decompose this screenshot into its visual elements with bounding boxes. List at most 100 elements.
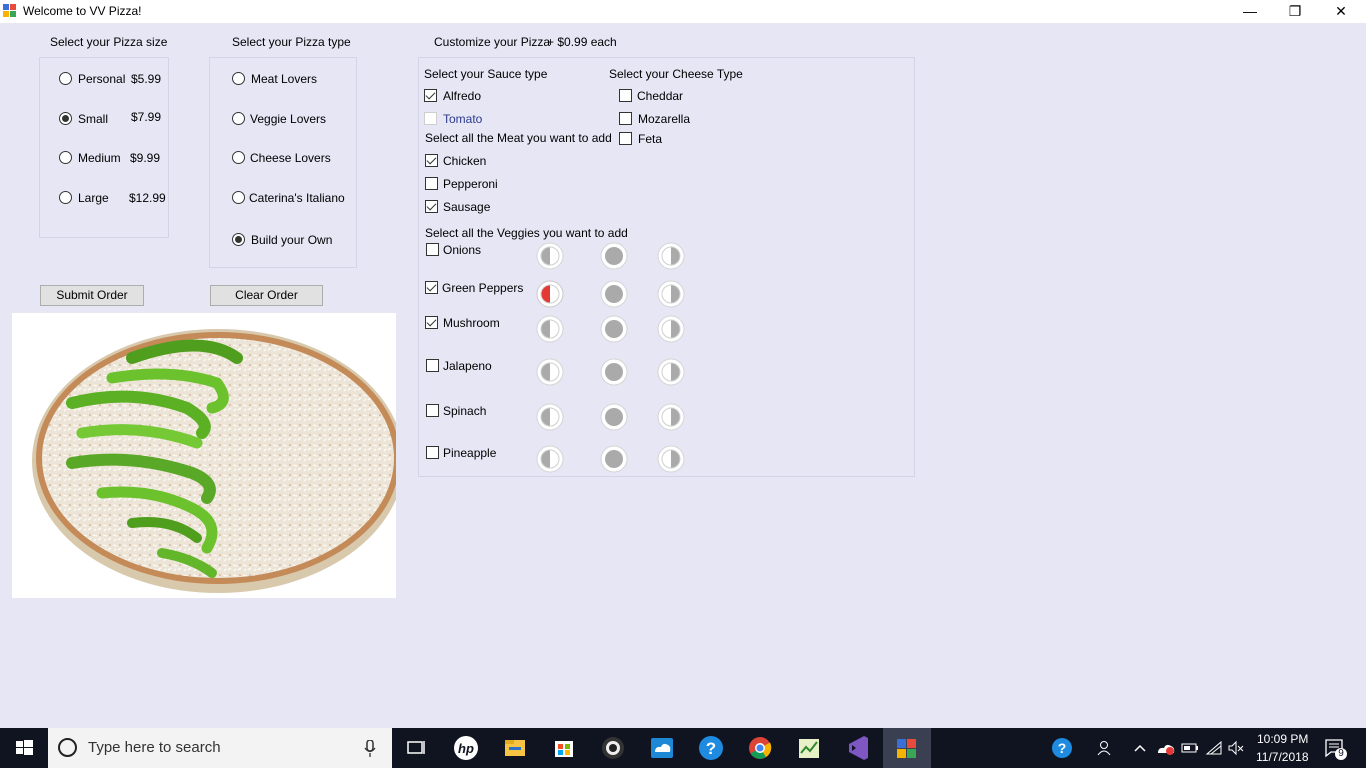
veggie-heading: Select all the Veggies you want to add — [425, 226, 628, 240]
check-veggie-onions[interactable] — [426, 243, 439, 256]
radio-type-veggie-lovers[interactable] — [232, 112, 245, 125]
store-icon — [555, 741, 573, 757]
vv-pizza-app[interactable] — [883, 728, 931, 768]
restore-button[interactable]: ❐ — [1272, 0, 1318, 23]
coverage-whole-icon[interactable] — [600, 445, 628, 473]
chrome-app[interactable] — [736, 728, 784, 768]
coverage-whole-icon[interactable] — [600, 315, 628, 343]
camera-icon — [602, 737, 624, 759]
veggie-label: Mushroom — [443, 316, 500, 330]
check-sauce-alfredo[interactable] — [424, 89, 437, 102]
cheese-label: Feta — [638, 132, 663, 146]
coverage-right-half-icon[interactable] — [657, 280, 685, 308]
meat-heading: Select all the Meat you want to add — [425, 131, 612, 145]
svg-text:hp: hp — [458, 741, 474, 756]
wifi-icon[interactable] — [1205, 740, 1223, 756]
help-icon: ? — [699, 736, 723, 760]
camera-app[interactable] — [589, 728, 637, 768]
check-meat-chicken[interactable] — [425, 154, 438, 167]
check-veggie-pineapple[interactable] — [426, 446, 439, 459]
check-veggie-spinach[interactable] — [426, 404, 439, 417]
radio-size-large[interactable] — [59, 191, 72, 204]
check-cheese-cheddar[interactable] — [619, 89, 632, 102]
radio-size-medium[interactable] — [59, 151, 72, 164]
coverage-whole-icon[interactable] — [600, 242, 628, 270]
visual-studio-icon — [849, 736, 868, 760]
coverage-right-half-icon[interactable] — [657, 242, 685, 270]
file-explorer-app[interactable] — [491, 728, 539, 768]
help-tray-icon: ? — [1052, 738, 1072, 758]
clear-order-button[interactable]: Clear Order — [210, 285, 323, 306]
meat-label: Sausage — [443, 200, 491, 214]
check-veggie-green-peppers[interactable] — [425, 281, 438, 294]
start-button[interactable] — [0, 728, 48, 768]
radio-type-cheese-lovers[interactable] — [232, 151, 245, 164]
coverage-right-half-icon[interactable] — [657, 445, 685, 473]
cheese-label: Mozarella — [638, 112, 691, 126]
coverage-left-half-icon[interactable] — [536, 403, 564, 431]
radio-size-personal[interactable] — [59, 72, 72, 85]
check-veggie-mushroom[interactable] — [425, 316, 438, 329]
help-app[interactable]: ? — [687, 728, 735, 768]
coverage-left-half-icon[interactable] — [536, 358, 564, 386]
store-app[interactable] — [540, 728, 588, 768]
veggie-label: Spinach — [443, 404, 487, 418]
check-cheese-mozarella[interactable] — [619, 112, 632, 125]
coverage-right-half-icon[interactable] — [657, 315, 685, 343]
task-view-icon — [407, 741, 425, 754]
type-label: Build your Own — [251, 233, 333, 247]
coverage-right-half-icon[interactable] — [657, 358, 685, 386]
clock-date[interactable]: 11/7/2018 — [1256, 750, 1309, 764]
clock-time[interactable]: 10:09 PM — [1257, 732, 1308, 746]
volume-muted-icon[interactable] — [1227, 740, 1245, 756]
coverage-left-half-icon[interactable] — [536, 242, 564, 270]
visual-studio-app[interactable] — [834, 728, 882, 768]
pizza-image — [12, 313, 396, 598]
weather-icon — [651, 738, 673, 758]
sauce-heading: Select your Sauce type — [424, 67, 548, 81]
check-meat-sausage[interactable] — [425, 200, 438, 213]
check-cheese-feta[interactable] — [619, 132, 632, 145]
coverage-left-half-icon[interactable] — [536, 315, 564, 343]
chevron-up-icon[interactable] — [1133, 743, 1147, 753]
customize-heading: Customize your Pizza — [434, 35, 551, 49]
size-price: $9.99 — [130, 151, 161, 165]
coverage-whole-icon[interactable] — [600, 358, 628, 386]
people-icon[interactable] — [1096, 740, 1114, 756]
size-heading: Select your Pizza size — [50, 35, 168, 49]
radio-type-caterinas-italiano[interactable] — [232, 191, 245, 204]
coverage-left-half-icon[interactable] — [536, 445, 564, 473]
coverage-right-half-icon[interactable] — [657, 403, 685, 431]
chrome-icon — [749, 737, 772, 759]
microphone-icon[interactable] — [364, 740, 376, 758]
task-manager-icon — [799, 739, 819, 758]
task-manager-app[interactable] — [785, 728, 833, 768]
hp-app[interactable]: hp — [442, 728, 490, 768]
notification-count: 9 — [1338, 748, 1344, 759]
minimize-button[interactable]: — — [1227, 0, 1273, 23]
task-view-button[interactable] — [392, 728, 440, 768]
size-price: $12.99 — [129, 191, 166, 205]
radio-size-small[interactable] — [59, 112, 72, 125]
battery-icon[interactable] — [1181, 742, 1199, 754]
check-veggie-jalapeno[interactable] — [426, 359, 439, 372]
taskbar-search[interactable]: Type here to search — [48, 728, 392, 768]
radio-type-build-your-own[interactable] — [232, 233, 245, 246]
check-meat-pepperoni[interactable] — [425, 177, 438, 190]
weather-app[interactable] — [638, 728, 686, 768]
radio-type-meat-lovers[interactable] — [232, 72, 245, 85]
size-label: Small — [78, 112, 109, 126]
size-label: Personal — [78, 72, 126, 86]
taskbar: Type here to search hp ? ? 10:09 PM 11/7… — [0, 728, 1366, 768]
coverage-whole-icon[interactable] — [600, 403, 628, 431]
coverage-left-half-icon[interactable] — [536, 280, 564, 308]
submit-order-button[interactable]: Submit Order — [40, 285, 144, 306]
coverage-whole-icon[interactable] — [600, 280, 628, 308]
help-tray[interactable]: ? — [1038, 728, 1086, 768]
cheese-label: Cheddar — [637, 89, 684, 103]
action-center[interactable]: 9 — [1318, 728, 1366, 768]
hp-icon: hp — [454, 736, 478, 760]
svg-text:?: ? — [1058, 740, 1067, 756]
close-button[interactable]: ✕ — [1318, 0, 1364, 23]
onedrive-icon[interactable] — [1156, 740, 1176, 756]
